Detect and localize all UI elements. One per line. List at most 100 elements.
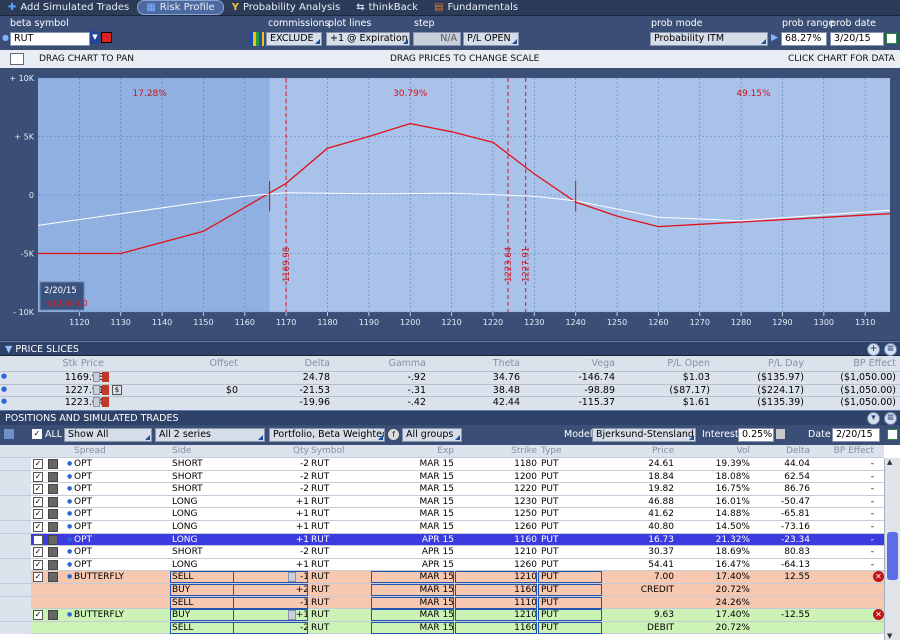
position-row[interactable]: SELL -1 RUT MAR 15 1110 PUT 24.26%	[0, 596, 884, 610]
scroll-up-icon[interactable]: ▲	[887, 458, 892, 466]
position-row[interactable]: ✓ ● OPT LONG +1 RUT MAR 15 1250 PUT 41.62 14.88% -6…	[0, 508, 884, 521]
editable-cell[interactable]	[455, 596, 537, 609]
positions-col-header[interactable]: BP Effect	[834, 446, 874, 456]
prob-date-input[interactable]: 3/20/15	[830, 32, 884, 46]
row-lock-icon[interactable]	[48, 559, 58, 570]
date-calendar-icon[interactable]	[887, 429, 898, 440]
positions-col-header[interactable]: Side	[172, 446, 191, 456]
row-lock-icon[interactable]	[48, 572, 58, 583]
price-stepper-icon[interactable]	[93, 397, 100, 407]
pl-mode-select[interactable]: P/L OPEN	[463, 32, 519, 46]
positions-col-header[interactable]: Qty	[293, 446, 309, 456]
editable-cell[interactable]	[371, 571, 454, 584]
slice-row[interactable]: ● 1223.64 -19.96 -.42 42.44 -115.37 $1.61 ($135…	[0, 396, 900, 408]
editable-cell[interactable]	[371, 609, 454, 622]
positions-col-header[interactable]: Vol	[737, 446, 750, 456]
positions-menu-icon[interactable]: ≡	[884, 412, 897, 425]
row-checkbox[interactable]: ✓	[33, 471, 43, 482]
positions-col-header[interactable]: Type	[541, 446, 562, 456]
editable-cell[interactable]	[538, 584, 602, 596]
editable-cell[interactable]	[455, 584, 537, 596]
add-slice-icon[interactable]: +	[867, 343, 880, 356]
positions-header[interactable]: POSITIONS AND SIMULATED TRADES ▾ ≡	[0, 410, 900, 425]
position-row[interactable]: ✓ ● BUTTERFLY BUY +1 RUT MAR 15 1210 PUT 9.63 17.4…	[0, 609, 884, 622]
price-slices-header[interactable]: ▼ PRICE SLICES + ≡	[0, 341, 900, 356]
collapse-icon[interactable]: ▾	[867, 412, 880, 425]
editable-cell[interactable]	[233, 621, 308, 634]
row-checkbox[interactable]: ✓	[33, 484, 43, 495]
editable-cell[interactable]	[170, 596, 234, 609]
row-lock-icon[interactable]	[48, 522, 58, 532]
position-row[interactable]: SELL -2 RUT MAR 15 1160 PUT DEBIT 20.72%	[0, 621, 884, 635]
qty-stepper-icon[interactable]	[288, 572, 296, 583]
row-lock-icon[interactable]	[48, 484, 58, 495]
editable-cell[interactable]	[538, 609, 602, 622]
editable-cell[interactable]	[371, 621, 454, 634]
scroll-thumb[interactable]	[887, 532, 898, 580]
slice-offset[interactable]: $0	[226, 385, 238, 396]
prob-mode-select[interactable]: Probability ITM	[650, 32, 768, 46]
remove-trade-icon[interactable]: ✕	[873, 609, 884, 621]
editable-cell[interactable]	[233, 609, 308, 622]
position-row[interactable]: BUY +2 RUT MAR 15 1160 PUT CREDIT 20.72%	[0, 584, 884, 597]
slice-row[interactable]: ● 1169.98 24.78 -.92 34.76 -146.74 $1.03 ($135.…	[0, 371, 900, 383]
tab-fundamentals[interactable]: ▤ Fundamentals	[426, 0, 526, 15]
row-checkbox[interactable]: ✓	[33, 496, 43, 507]
remove-trade-icon[interactable]: ✕	[873, 571, 884, 583]
plot-lines-select[interactable]: +1 @ Expiration	[326, 32, 410, 46]
step-input[interactable]: N/A	[413, 32, 461, 46]
beta-symbol-input[interactable]: RUT	[10, 32, 90, 46]
positions-col-header[interactable]: Exp	[437, 446, 454, 456]
editable-cell[interactable]	[233, 584, 308, 596]
position-row[interactable]: ✓ ● OPT SHORT -2 RUT MAR 15 1200 PUT 18.84 18.08% 6…	[0, 470, 884, 484]
row-lock-icon[interactable]	[48, 534, 58, 545]
offset-input-box[interactable]	[123, 384, 238, 396]
positions-scrollbar[interactable]: ▲ ▼	[884, 458, 900, 640]
editable-cell[interactable]	[371, 584, 454, 596]
editable-cell[interactable]	[233, 596, 308, 609]
price-stepper-icon[interactable]	[93, 384, 100, 395]
position-row[interactable]: ✓ ● OPT LONG +1 RUT MAR 15 1230 PUT 46.88 16.01% -5…	[0, 495, 884, 509]
row-lock-icon[interactable]	[48, 509, 58, 520]
position-row[interactable]: ● OPT LONG +1 RUT APR 15 1160 PUT 16.73 21.32% -23…	[0, 533, 884, 547]
position-row[interactable]: ✓ ● OPT SHORT -2 RUT APR 15 1210 PUT 30.37 18.69% 8…	[0, 546, 884, 559]
editable-cell[interactable]	[455, 571, 537, 584]
date-input[interactable]: 2/20/15	[832, 428, 880, 442]
slice-menu-icon[interactable]: ≡	[884, 343, 897, 356]
editable-cell[interactable]	[455, 621, 537, 634]
lock-icon[interactable]	[102, 397, 109, 407]
row-checkbox[interactable]	[33, 534, 43, 545]
positions-col-header[interactable]: Delta	[786, 446, 810, 456]
tab-risk-profile[interactable]: ▦ Risk Profile	[137, 0, 224, 15]
editable-cell[interactable]	[170, 609, 234, 622]
interest-input[interactable]: 0.25%	[738, 428, 774, 442]
interest-lock-icon[interactable]	[776, 429, 785, 439]
position-row[interactable]: ✓ ● OPT SHORT -2 RUT MAR 15 1180 PUT 24.61 19.39% 4…	[0, 458, 884, 471]
show-filter-select[interactable]: Show All	[64, 428, 152, 442]
portfolio-filter-select[interactable]: Portfolio, Beta Weighted	[269, 428, 385, 442]
commissions-select[interactable]: EXCLUDE	[266, 32, 322, 46]
risk-profile-chart[interactable]: 1120 1130 1140 1150 1160 1170 1180 1190 1200 1210…	[0, 68, 900, 340]
positions-col-header[interactable]: Strike	[511, 446, 537, 456]
positions-col-header[interactable]: Price	[652, 446, 674, 456]
position-row[interactable]: ✓ ● OPT LONG +1 RUT APR 15 1260 PUT 54.41 16.47% -6…	[0, 558, 884, 572]
editable-cell[interactable]	[371, 596, 454, 609]
position-row[interactable]: ✓ ● OPT SHORT -2 RUT MAR 15 1220 PUT 19.82 16.75% 8…	[0, 483, 884, 496]
row-checkbox[interactable]: ✓	[33, 509, 43, 520]
editable-cell[interactable]	[170, 571, 234, 584]
grid-icon[interactable]	[250, 32, 264, 46]
symbol-color-icon[interactable]	[101, 32, 112, 43]
chart-svg[interactable]: 1120 1130 1140 1150 1160 1170 1180 1190 1200 1210…	[0, 68, 900, 340]
prob-range-input[interactable]: 68.27%	[781, 32, 827, 46]
positions-col-header[interactable]: Spread	[74, 446, 106, 456]
tab-probability-analysis[interactable]: Y Probability Analysis	[224, 0, 349, 15]
positions-col-header[interactable]: Symbol	[311, 446, 345, 456]
groups-icon[interactable]: f	[388, 429, 399, 440]
slice-row[interactable]: ● 1227.91 $0 -21.53 -.31 38.48 -98.89 ($87.17)(…	[0, 383, 900, 396]
row-lock-icon[interactable]	[48, 471, 58, 482]
all-checkbox[interactable]: ✓	[32, 429, 42, 439]
editable-cell[interactable]	[538, 596, 602, 609]
row-lock-icon[interactable]	[48, 459, 58, 469]
scroll-down-icon[interactable]: ▼	[887, 632, 892, 640]
dollar-icon[interactable]: $	[112, 384, 122, 395]
